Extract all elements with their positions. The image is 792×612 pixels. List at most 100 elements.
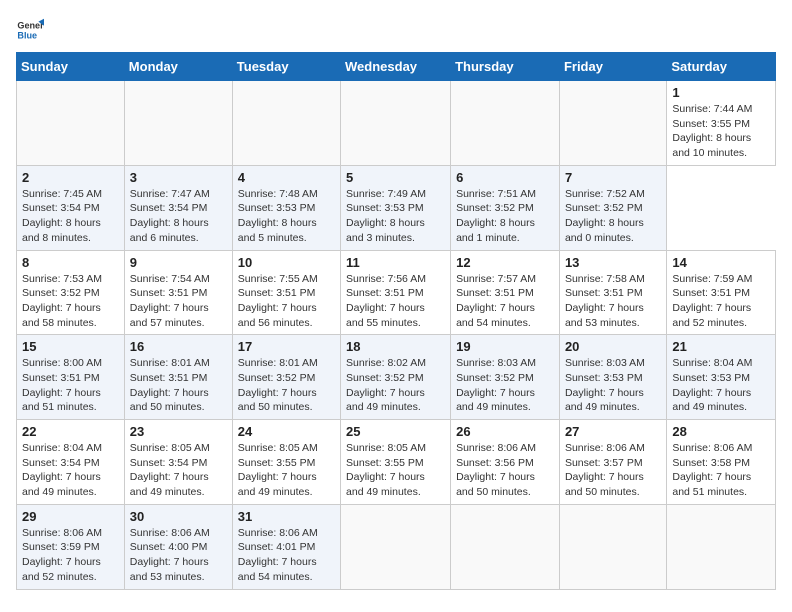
day-info: Sunrise: 7:59 AMSunset: 3:51 PMDaylight:… <box>672 272 770 331</box>
calendar-header-row: SundayMondayTuesdayWednesdayThursdayFrid… <box>17 53 776 81</box>
column-header-tuesday: Tuesday <box>232 53 340 81</box>
day-info: Sunrise: 7:53 AMSunset: 3:52 PMDaylight:… <box>22 272 119 331</box>
day-number: 3 <box>130 170 227 185</box>
calendar-cell: 2 Sunrise: 7:45 AMSunset: 3:54 PMDaylight… <box>17 165 125 250</box>
calendar-cell: 17 Sunrise: 8:01 AMSunset: 3:52 PMDayligh… <box>232 335 340 420</box>
day-number: 16 <box>130 339 227 354</box>
calendar-cell <box>451 504 560 589</box>
day-info: Sunrise: 7:47 AMSunset: 3:54 PMDaylight:… <box>130 187 227 246</box>
calendar-cell: 27Sunrise: 8:06 AMSunset: 3:57 PMDayligh… <box>559 420 666 505</box>
day-info: Sunrise: 8:02 AMSunset: 3:52 PMDaylight:… <box>346 356 445 415</box>
calendar-cell: 29Sunrise: 8:06 AMSunset: 3:59 PMDayligh… <box>17 504 125 589</box>
day-info: Sunrise: 7:52 AMSunset: 3:52 PMDaylight:… <box>565 187 661 246</box>
day-number: 20 <box>565 339 661 354</box>
day-number: 15 <box>22 339 119 354</box>
day-number: 8 <box>22 255 119 270</box>
calendar-cell <box>232 81 340 166</box>
day-info: Sunrise: 7:58 AMSunset: 3:51 PMDaylight:… <box>565 272 661 331</box>
day-info: Sunrise: 8:04 AMSunset: 3:53 PMDaylight:… <box>672 356 770 415</box>
calendar-cell: 12 Sunrise: 7:57 AMSunset: 3:51 PMDayligh… <box>451 250 560 335</box>
day-number: 29 <box>22 509 119 524</box>
day-info: Sunrise: 8:00 AMSunset: 3:51 PMDaylight:… <box>22 356 119 415</box>
day-info: Sunrise: 7:57 AMSunset: 3:51 PMDaylight:… <box>456 272 554 331</box>
column-header-monday: Monday <box>124 53 232 81</box>
calendar-cell: 30 Sunrise: 8:06 AMSunset: 4:00 PMDayligh… <box>124 504 232 589</box>
calendar-cell: 15 Sunrise: 8:00 AMSunset: 3:51 PMDayligh… <box>17 335 125 420</box>
calendar-cell <box>667 504 776 589</box>
day-info: Sunrise: 7:45 AMSunset: 3:54 PMDaylight:… <box>22 187 119 246</box>
day-number: 11 <box>346 255 445 270</box>
day-number: 19 <box>456 339 554 354</box>
calendar-cell: 3 Sunrise: 7:47 AMSunset: 3:54 PMDaylight… <box>124 165 232 250</box>
calendar-cell: 4Sunrise: 7:48 AMSunset: 3:53 PMDaylight… <box>232 165 340 250</box>
day-number: 7 <box>565 170 661 185</box>
column-header-saturday: Saturday <box>667 53 776 81</box>
day-number: 10 <box>238 255 335 270</box>
calendar-table: SundayMondayTuesdayWednesdayThursdayFrid… <box>16 52 776 590</box>
calendar-cell: 7 Sunrise: 7:52 AMSunset: 3:52 PMDaylight… <box>559 165 666 250</box>
day-number: 17 <box>238 339 335 354</box>
day-number: 1 <box>672 85 770 100</box>
day-info: Sunrise: 7:44 AMSunset: 3:55 PMDaylight:… <box>672 102 770 161</box>
day-number: 27 <box>565 424 661 439</box>
column-header-sunday: Sunday <box>17 53 125 81</box>
page-header: General Blue <box>16 16 776 44</box>
day-info: Sunrise: 8:05 AMSunset: 3:55 PMDaylight:… <box>238 441 335 500</box>
svg-text:Blue: Blue <box>17 30 37 40</box>
calendar-cell: 19 Sunrise: 8:03 AMSunset: 3:52 PMDayligh… <box>451 335 560 420</box>
day-number: 5 <box>346 170 445 185</box>
day-info: Sunrise: 7:55 AMSunset: 3:51 PMDaylight:… <box>238 272 335 331</box>
day-number: 2 <box>22 170 119 185</box>
day-info: Sunrise: 7:56 AMSunset: 3:51 PMDaylight:… <box>346 272 445 331</box>
calendar-cell: 13 Sunrise: 7:58 AMSunset: 3:51 PMDayligh… <box>559 250 666 335</box>
calendar-body: 1 Sunrise: 7:44 AMSunset: 3:55 PMDaylight… <box>17 81 776 590</box>
calendar-cell: 9Sunrise: 7:54 AMSunset: 3:51 PMDaylight… <box>124 250 232 335</box>
calendar-cell: 25Sunrise: 8:05 AMSunset: 3:55 PMDayligh… <box>341 420 451 505</box>
day-info: Sunrise: 8:06 AMSunset: 3:56 PMDaylight:… <box>456 441 554 500</box>
day-number: 22 <box>22 424 119 439</box>
day-number: 12 <box>456 255 554 270</box>
day-info: Sunrise: 8:01 AMSunset: 3:52 PMDaylight:… <box>238 356 335 415</box>
day-info: Sunrise: 8:05 AMSunset: 3:55 PMDaylight:… <box>346 441 445 500</box>
day-info: Sunrise: 7:48 AMSunset: 3:53 PMDaylight:… <box>238 187 335 246</box>
day-info: Sunrise: 8:03 AMSunset: 3:53 PMDaylight:… <box>565 356 661 415</box>
calendar-cell: 8 Sunrise: 7:53 AMSunset: 3:52 PMDaylight… <box>17 250 125 335</box>
calendar-cell <box>341 81 451 166</box>
day-info: Sunrise: 8:05 AMSunset: 3:54 PMDaylight:… <box>130 441 227 500</box>
day-number: 23 <box>130 424 227 439</box>
calendar-week-row: 1 Sunrise: 7:44 AMSunset: 3:55 PMDaylight… <box>17 81 776 166</box>
day-number: 13 <box>565 255 661 270</box>
calendar-cell <box>341 504 451 589</box>
calendar-cell <box>451 81 560 166</box>
calendar-cell: 21 Sunrise: 8:04 AMSunset: 3:53 PMDayligh… <box>667 335 776 420</box>
calendar-week-row: 2 Sunrise: 7:45 AMSunset: 3:54 PMDaylight… <box>17 165 776 250</box>
calendar-cell: 18Sunrise: 8:02 AMSunset: 3:52 PMDayligh… <box>341 335 451 420</box>
calendar-week-row: 22 Sunrise: 8:04 AMSunset: 3:54 PMDayligh… <box>17 420 776 505</box>
day-number: 26 <box>456 424 554 439</box>
calendar-cell: 20 Sunrise: 8:03 AMSunset: 3:53 PMDayligh… <box>559 335 666 420</box>
day-info: Sunrise: 7:49 AMSunset: 3:53 PMDaylight:… <box>346 187 445 246</box>
day-info: Sunrise: 8:06 AMSunset: 3:58 PMDaylight:… <box>672 441 770 500</box>
day-number: 24 <box>238 424 335 439</box>
day-number: 6 <box>456 170 554 185</box>
calendar-cell <box>559 504 666 589</box>
calendar-cell: 23 Sunrise: 8:05 AMSunset: 3:54 PMDayligh… <box>124 420 232 505</box>
column-header-wednesday: Wednesday <box>341 53 451 81</box>
day-number: 28 <box>672 424 770 439</box>
calendar-cell <box>124 81 232 166</box>
day-info: Sunrise: 8:03 AMSunset: 3:52 PMDaylight:… <box>456 356 554 415</box>
day-number: 31 <box>238 509 335 524</box>
day-number: 21 <box>672 339 770 354</box>
calendar-week-row: 29Sunrise: 8:06 AMSunset: 3:59 PMDayligh… <box>17 504 776 589</box>
calendar-week-row: 15 Sunrise: 8:00 AMSunset: 3:51 PMDayligh… <box>17 335 776 420</box>
day-number: 30 <box>130 509 227 524</box>
logo: General Blue <box>16 16 44 44</box>
day-info: Sunrise: 8:06 AMSunset: 4:00 PMDaylight:… <box>130 526 227 585</box>
calendar-cell <box>559 81 666 166</box>
day-info: Sunrise: 8:04 AMSunset: 3:54 PMDaylight:… <box>22 441 119 500</box>
column-header-friday: Friday <box>559 53 666 81</box>
calendar-week-row: 8 Sunrise: 7:53 AMSunset: 3:52 PMDaylight… <box>17 250 776 335</box>
calendar-cell: 5 Sunrise: 7:49 AMSunset: 3:53 PMDaylight… <box>341 165 451 250</box>
day-info: Sunrise: 7:54 AMSunset: 3:51 PMDaylight:… <box>130 272 227 331</box>
calendar-cell: 11 Sunrise: 7:56 AMSunset: 3:51 PMDayligh… <box>341 250 451 335</box>
